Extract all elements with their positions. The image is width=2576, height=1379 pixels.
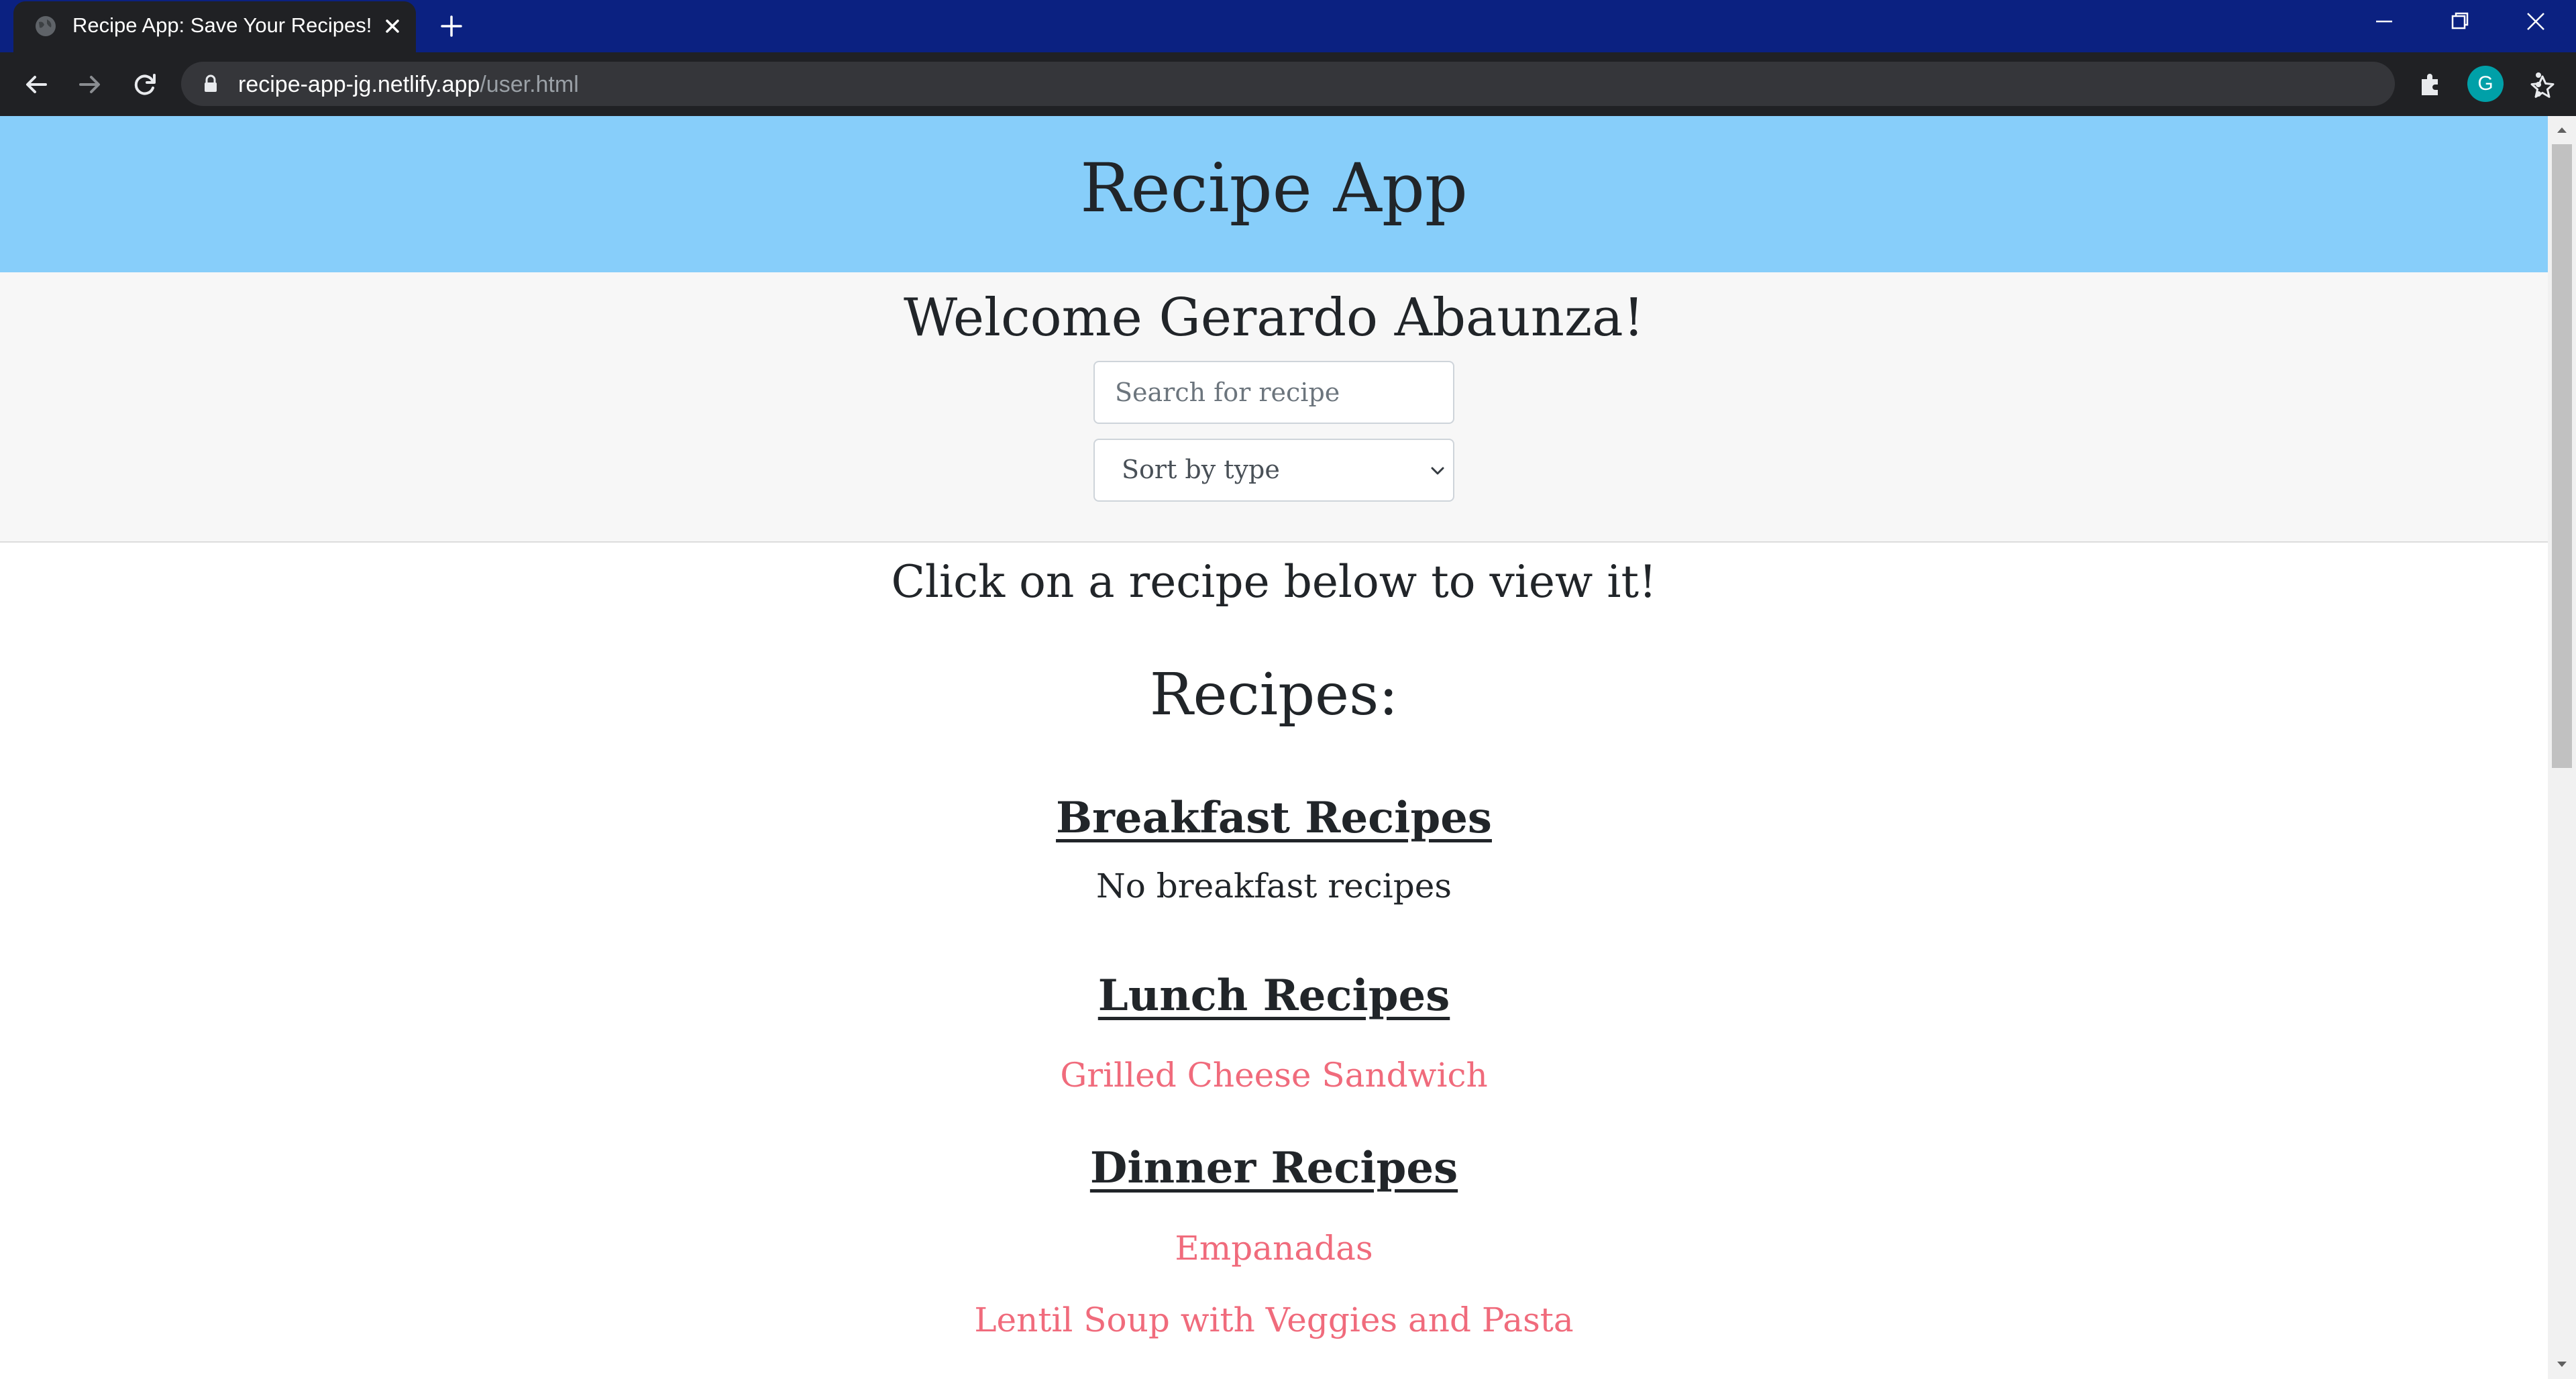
- page-viewport: Recipe App Welcome Gerardo Abaunza! Sort…: [0, 116, 2548, 1379]
- browser-tabstrip: Recipe App: Save Your Recipes!: [0, 0, 2576, 52]
- chevron-down-icon: [1431, 467, 1444, 475]
- search-input[interactable]: [1093, 361, 1454, 424]
- sort-selected-value: Sort by type: [1122, 455, 1280, 484]
- user-panel: Welcome Gerardo Abaunza! Sort by type: [0, 272, 2548, 543]
- reload-icon[interactable]: [127, 67, 162, 102]
- tab-title: Recipe App: Save Your Recipes!: [72, 13, 372, 37]
- recipe-link-grilled-cheese[interactable]: Grilled Cheese Sandwich: [0, 1052, 2548, 1099]
- globe-icon: [36, 16, 56, 36]
- address-bar[interactable]: recipe-app-jg.netlify.app/user.html: [181, 62, 2555, 106]
- sort-select[interactable]: Sort by type: [1093, 439, 1454, 502]
- back-arrow-icon[interactable]: [19, 67, 54, 102]
- window-close-icon[interactable]: [2520, 8, 2552, 35]
- browser-toolbar: recipe-app-jg.netlify.app/user.html G: [0, 52, 2576, 116]
- url-host: recipe-app-jg.netlify.app: [238, 72, 480, 97]
- recipe-link-lentil-soup[interactable]: Lentil Soup with Veggies and Pasta: [0, 1297, 2548, 1343]
- instruction-text: Click on a recipe below to view it!: [891, 556, 1657, 608]
- recipe-link-empanadas[interactable]: Empanadas: [0, 1225, 2548, 1272]
- new-tab-icon[interactable]: [439, 13, 464, 39]
- scrollbar-thumb[interactable]: [2552, 144, 2572, 768]
- lunch-heading: Lunch Recipes: [1097, 971, 1450, 1021]
- restore-icon[interactable]: [2443, 8, 2475, 35]
- scroll-down-arrow-icon[interactable]: [2555, 1357, 2569, 1372]
- scroll-up-arrow-icon[interactable]: [2555, 123, 2569, 137]
- page-scrollbar[interactable]: [2548, 116, 2576, 1379]
- url-path: /user.html: [480, 72, 579, 97]
- dinner-heading: Dinner Recipes: [1089, 1143, 1458, 1193]
- forward-arrow-icon[interactable]: [72, 67, 107, 102]
- close-icon[interactable]: [381, 15, 404, 38]
- more-menu-icon[interactable]: [2529, 67, 2548, 102]
- breakfast-empty-text: No breakfast recipes: [1095, 867, 1452, 905]
- lock-icon: [205, 74, 217, 92]
- minimize-icon[interactable]: [2368, 8, 2400, 35]
- profile-avatar[interactable]: G: [2467, 66, 2504, 102]
- welcome-heading: Welcome Gerardo Abaunza!: [904, 288, 1644, 348]
- url-text: recipe-app-jg.netlify.app/user.html: [238, 72, 579, 98]
- site-title: Recipe App: [1080, 149, 1468, 227]
- extensions-puzzle-icon[interactable]: [2415, 67, 2447, 99]
- browser-tab[interactable]: Recipe App: Save Your Recipes!: [13, 1, 416, 52]
- recipes-heading: Recipes:: [1149, 661, 1399, 728]
- breakfast-heading: Breakfast Recipes: [1056, 793, 1492, 843]
- site-header: Recipe App: [0, 116, 2548, 272]
